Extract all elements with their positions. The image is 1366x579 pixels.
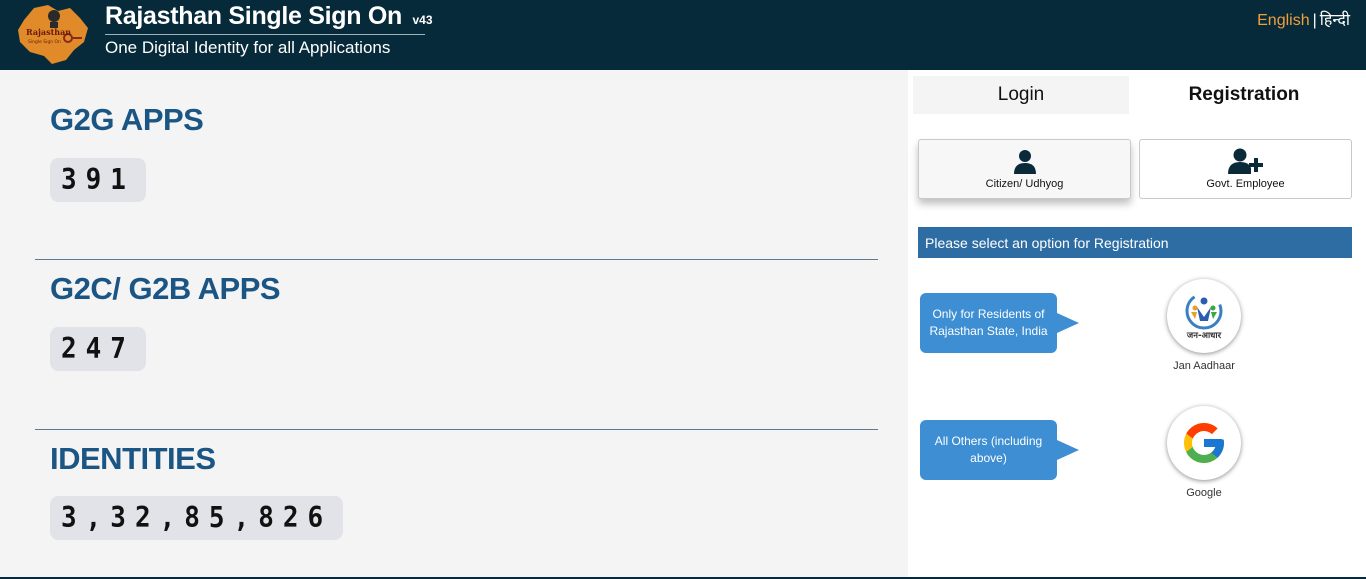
add-user-icon xyxy=(1227,148,1263,174)
google-signin-button[interactable] xyxy=(1167,406,1241,480)
user-icon xyxy=(1013,150,1036,174)
version-badge: v43 xyxy=(412,13,433,27)
svg-text:Single Sign On: Single Sign On xyxy=(28,39,61,45)
language-switcher: English | हिन्दी xyxy=(1257,8,1350,30)
registration-info-bar: Please select an option for Registration xyxy=(918,227,1352,258)
google-logo-icon xyxy=(1184,423,1224,463)
jan-aadhaar-hint-bubble: Only for Residents of Rajasthan State, I… xyxy=(920,293,1079,353)
google-label: Google xyxy=(1186,487,1222,499)
stats-panel: G2G APPS 391 G2C/ G2B APPS 247 IDENTITIE… xyxy=(0,70,908,579)
citizen-udhyog-button[interactable]: Citizen/ Udhyog xyxy=(918,139,1131,199)
svg-text:Rajasthan: Rajasthan xyxy=(26,27,71,37)
jan-aadhaar-button[interactable]: जन-आधार xyxy=(1167,279,1241,353)
govt-employee-button[interactable]: Govt. Employee xyxy=(1139,139,1352,199)
stat-label-g2g: G2G APPS xyxy=(50,102,204,137)
app-header: Rajasthan Single Sign On Rajasthan Singl… xyxy=(0,0,1366,70)
lang-separator: | xyxy=(1312,12,1317,29)
title-divider xyxy=(105,34,425,35)
jan-aadhaar-label: Jan Aadhaar xyxy=(1173,360,1235,372)
app-subtitle: One Digital Identity for all Application… xyxy=(105,38,391,57)
stat-divider xyxy=(35,259,878,260)
stat-counter-g2c-g2b: 247 xyxy=(50,327,146,371)
stat-counter-identities: 3,32,85,826 xyxy=(50,496,344,540)
citizen-udhyog-label: Citizen/ Udhyog xyxy=(985,178,1064,190)
tab-registration[interactable]: Registration xyxy=(1129,76,1359,114)
lang-hindi-link[interactable]: हिन्दी xyxy=(1320,12,1350,29)
tab-login[interactable]: Login xyxy=(913,76,1129,114)
google-hint-bubble: All Others (including above) xyxy=(920,420,1079,480)
stat-counter-g2g: 391 xyxy=(50,158,146,202)
svg-text:जन-आधार: जन-आधार xyxy=(1186,331,1222,341)
stat-divider xyxy=(35,429,878,430)
govt-employee-label: Govt. Employee xyxy=(1206,178,1285,190)
jan-aadhaar-logo-icon: जन-आधार xyxy=(1185,292,1223,341)
auth-panel: Login Registration Citizen/ Udhyog Govt.… xyxy=(908,70,1366,579)
stat-label-g2c-g2b: G2C/ G2B APPS xyxy=(50,271,281,306)
stat-label-identities: IDENTITIES xyxy=(50,441,216,476)
lang-english-link[interactable]: English xyxy=(1257,12,1309,29)
rajasthan-sso-logo[interactable]: Rajasthan Single Sign On xyxy=(14,2,92,66)
app-title: Rajasthan Single Sign On xyxy=(105,2,403,30)
